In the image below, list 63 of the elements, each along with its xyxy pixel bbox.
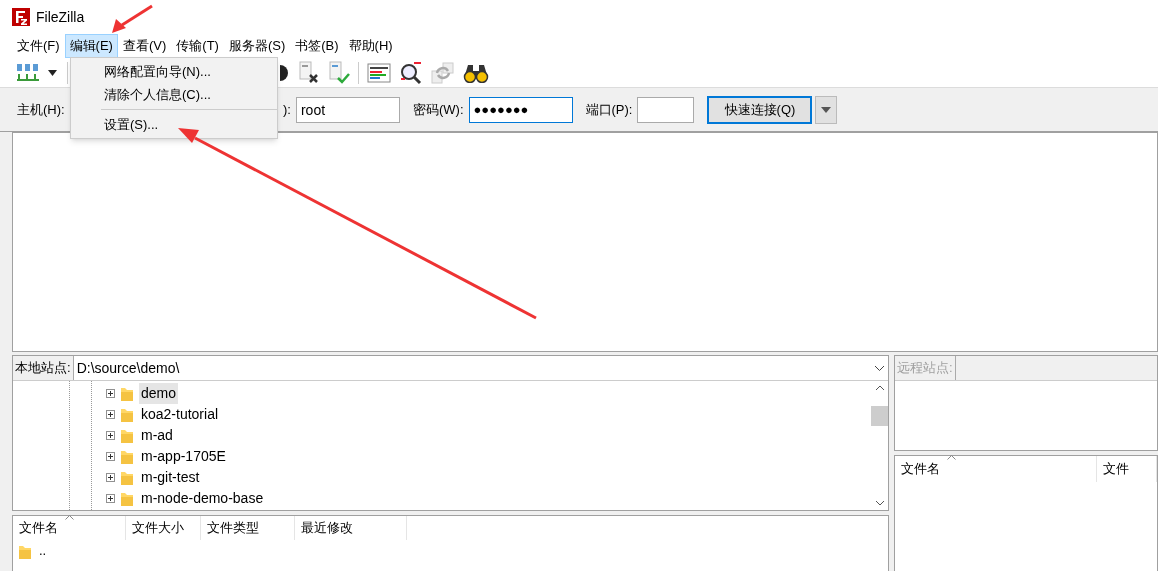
expander-icon[interactable] bbox=[106, 410, 115, 419]
chevron-down-icon bbox=[874, 364, 885, 372]
username-label: ): bbox=[283, 100, 291, 119]
tree-item[interactable]: demo bbox=[139, 383, 179, 404]
folder-icon bbox=[121, 428, 133, 443]
port-field[interactable] bbox=[637, 96, 695, 123]
tree-item[interactable]: koa2-tutorial bbox=[139, 404, 221, 425]
caret-icon[interactable] bbox=[48, 69, 57, 76]
folder-icon bbox=[121, 386, 133, 401]
column-header[interactable]: 文件类型 bbox=[201, 516, 295, 540]
site-manager-icon[interactable] bbox=[16, 61, 40, 84]
scroll-up-icon[interactable] bbox=[874, 385, 885, 391]
menu-item[interactable]: 帮助(H) bbox=[343, 34, 398, 58]
menu-item[interactable]: 清除个人信息(C)... bbox=[71, 83, 277, 106]
column-header[interactable]: 文件大小 bbox=[126, 516, 201, 540]
window-title: FileZilla bbox=[36, 7, 85, 27]
menu-item[interactable]: 服务器(S) bbox=[223, 34, 291, 58]
password-field[interactable]: ●●●●●●● bbox=[468, 96, 573, 123]
folder-icon bbox=[121, 491, 133, 506]
host-label: 主机(H): bbox=[17, 100, 66, 119]
app-logo-icon bbox=[12, 8, 30, 26]
quickconnect-button[interactable]: 快速连接(Q) bbox=[707, 95, 813, 124]
caret-icon bbox=[821, 106, 832, 113]
expander-icon[interactable] bbox=[106, 494, 115, 503]
menu-item[interactable]: 网络配置向导(N)... bbox=[71, 60, 277, 83]
remote-site-label: 远程站点: bbox=[895, 356, 956, 380]
menu-item[interactable]: 查看(V) bbox=[117, 34, 172, 58]
list-icon[interactable] bbox=[367, 62, 391, 83]
folder-icon bbox=[19, 543, 31, 559]
disconnect-icon[interactable] bbox=[280, 62, 290, 83]
menu-item[interactable]: 传输(T) bbox=[171, 34, 224, 58]
column-header[interactable]: 最近修改 bbox=[295, 516, 407, 540]
tree-item[interactable]: m-git-test bbox=[139, 467, 202, 488]
menu-item[interactable]: 文件(F) bbox=[12, 34, 65, 58]
path-field[interactable] bbox=[955, 356, 1157, 380]
expander-icon[interactable] bbox=[106, 452, 115, 461]
username-field[interactable]: root bbox=[295, 96, 400, 123]
menu-item[interactable]: 书签(B) bbox=[290, 34, 344, 58]
scroll-thumb[interactable] bbox=[871, 405, 888, 426]
port-label: 端口(P): bbox=[585, 100, 633, 119]
dropdown-button[interactable] bbox=[815, 95, 838, 124]
binoculars-icon[interactable] bbox=[463, 62, 489, 83]
expander-icon[interactable] bbox=[106, 389, 115, 398]
scroll-down-icon[interactable] bbox=[874, 500, 885, 506]
menu-item[interactable]: 编辑(E) bbox=[64, 34, 118, 58]
column-header[interactable]: 文件名 bbox=[13, 516, 126, 540]
local-site-label: 本地站点: bbox=[13, 356, 74, 380]
check-icon[interactable] bbox=[328, 60, 350, 85]
folder-icon bbox=[121, 407, 133, 422]
tree-item[interactable]: m-node-demo-base bbox=[139, 488, 266, 509]
path-field[interactable]: D:\source\demo\ bbox=[73, 356, 888, 380]
annotation-arrow bbox=[112, 4, 153, 33]
cancel-icon[interactable] bbox=[298, 60, 320, 85]
menu-item[interactable]: 设置(S)... bbox=[71, 113, 277, 136]
folder-icon bbox=[121, 470, 133, 485]
expander-icon[interactable] bbox=[106, 473, 115, 482]
folder-icon bbox=[121, 449, 133, 464]
tree-item[interactable]: m-ad bbox=[139, 425, 175, 446]
password-label: 密码(W): bbox=[412, 100, 464, 119]
expander-icon[interactable] bbox=[106, 431, 115, 440]
tree-item[interactable]: m-app-1705E bbox=[139, 446, 228, 467]
file-name[interactable]: .. bbox=[39, 541, 47, 561]
search-icon[interactable] bbox=[399, 60, 423, 85]
